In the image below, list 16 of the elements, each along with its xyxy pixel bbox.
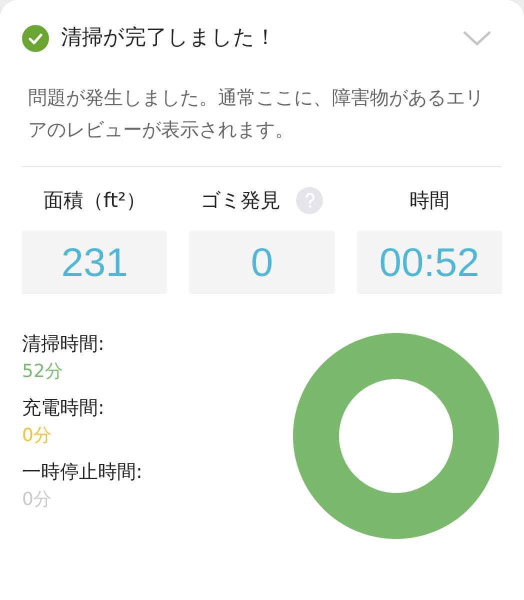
metric-label: 時間 — [409, 187, 450, 214]
metric-label: 面積（ft²） — [43, 187, 146, 214]
chevron-icon[interactable] — [462, 29, 492, 47]
metric-value: 0 — [189, 231, 335, 294]
title: 清掃が完了しました！ — [61, 24, 276, 52]
description: 問題が発生しました。通常ここに、障害物があるエリアのレビューが表示されます。 — [27, 86, 485, 143]
metric-value: 00:52 — [356, 231, 502, 294]
duration-label: 清掃時間: — [22, 332, 106, 357]
duration-label: 充電時間: — [22, 396, 106, 421]
duration-value: 0分 — [22, 424, 52, 448]
check-circle-icon — [22, 24, 49, 52]
duration-label: 一時停止時間: — [22, 460, 144, 485]
metric-value: 231 — [22, 231, 168, 294]
metric-label: ゴミ発見 — [200, 187, 280, 214]
help-icon[interactable] — [296, 186, 324, 214]
duration-value: 52分 — [22, 360, 64, 384]
